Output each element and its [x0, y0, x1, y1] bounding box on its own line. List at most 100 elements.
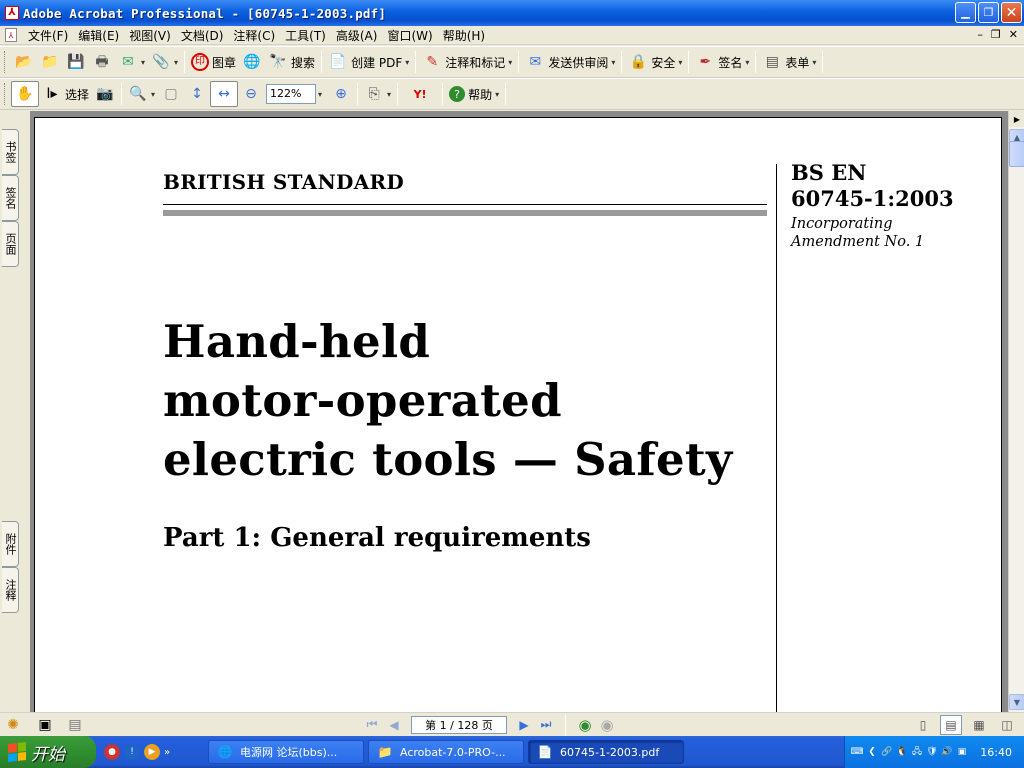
zoom-dropdown[interactable]: ▾ [318, 90, 322, 99]
binoculars-icon: 🔭 [269, 54, 287, 70]
fit-width-button[interactable]: ↔ [210, 81, 239, 107]
web-button[interactable]: 🌐 [239, 49, 265, 75]
display-icon[interactable]: ▣ [956, 746, 968, 758]
menu-tools[interactable]: 工具(T) [280, 27, 331, 44]
previous-view-button[interactable]: ◉ [574, 715, 596, 735]
facing-button[interactable]: ▦ [968, 715, 990, 735]
comment-markup-button[interactable]: ✎ 注释和标记 ▾ [419, 49, 515, 75]
attach-button[interactable]: 📎 ▾ [148, 49, 181, 75]
pdf-page[interactable]: BRITISH STANDARD BS EN 60745-1:2003 Inco… [34, 117, 1002, 712]
start-button[interactable]: 开始 [0, 736, 96, 768]
menu-document[interactable]: 文档(D) [176, 27, 229, 44]
email-button[interactable]: ✉ ▾ [115, 49, 148, 75]
print-button[interactable]: 🖶 [89, 49, 115, 75]
menu-edit[interactable]: 编辑(E) [73, 27, 124, 44]
create-pdf-button[interactable]: 📄 创建 PDF ▾ [325, 49, 412, 75]
taskbar-item[interactable]: 🌐 电源网 论坛(bbs)... [208, 740, 364, 764]
actual-size-button[interactable]: ▢ [158, 81, 184, 107]
close-button[interactable]: ✕ [1001, 2, 1022, 23]
clock[interactable]: 16:40 [980, 746, 1012, 759]
network-icon[interactable]: 🔗 [881, 746, 893, 758]
browser-icon[interactable]: ● [104, 744, 120, 760]
menu-help[interactable]: 帮助(H) [438, 27, 490, 44]
chevron-down-icon: ▾ [611, 57, 616, 67]
doc-minimize-button[interactable]: – [977, 28, 983, 41]
last-page-button[interactable]: ⏭ [535, 715, 557, 735]
info-icon[interactable]: ! [124, 744, 140, 760]
qq-icon[interactable]: 🐧 [896, 746, 908, 758]
tab-pages[interactable]: 页面 [2, 221, 19, 267]
amendment-line2: Amendment No. 1 [791, 234, 925, 250]
keyboard-icon[interactable]: ⌨ [851, 746, 864, 758]
document-viewer[interactable]: BRITISH STANDARD BS EN 60745-1:2003 Inco… [30, 111, 1008, 712]
first-page-button[interactable]: ⏮ [361, 715, 383, 735]
organizer-button[interactable]: 📁 [37, 49, 63, 75]
quick-launch-more-icon[interactable]: » [164, 747, 170, 758]
open-button[interactable]: 📂 [11, 49, 37, 75]
document-info-icon[interactable]: ▤ [65, 715, 85, 735]
fit-page-button[interactable]: ↕ [184, 81, 210, 107]
menu-comments[interactable]: 注释(C) [228, 27, 280, 44]
scroll-thumb[interactable] [1009, 141, 1024, 167]
connection-icon[interactable]: 🖧 [911, 746, 923, 758]
page-number-input[interactable]: 第 1 / 128 页 [411, 715, 507, 734]
taskbar-item[interactable]: 📁 Acrobat-7.0-PRO-... [368, 740, 524, 764]
tab-attachments[interactable]: 附件 [2, 521, 19, 567]
minimize-button[interactable]: ▁ [955, 2, 976, 23]
zoom-out-button[interactable]: ⊖ [238, 81, 264, 107]
continuous-facing-button[interactable]: ◫ [996, 715, 1018, 735]
taskbar-item-active[interactable]: 📄 60745-1-2003.pdf [528, 740, 684, 764]
stamp-button[interactable]: 印图章 [188, 49, 239, 75]
document-icon[interactable]: ⅄ [5, 28, 17, 42]
pen-icon: ✒ [699, 54, 712, 70]
menu-advanced[interactable]: 高级(A) [331, 27, 383, 44]
volume-icon[interactable]: 🔊 [941, 746, 953, 758]
toolbar-grip[interactable] [4, 51, 7, 73]
select-tool-button[interactable]: I▸ 选择 [39, 81, 92, 107]
yahoo-toolbar-button[interactable]: Y! [401, 81, 439, 107]
previous-page-button[interactable]: ◀ [383, 715, 405, 735]
send-review-button[interactable]: ✉ 发送供审阅 ▾ [522, 49, 618, 75]
toolbar-grip[interactable] [4, 83, 7, 105]
doc-close-button[interactable]: ✕ [1009, 28, 1018, 41]
security-shield-icon[interactable]: 🛡 [926, 746, 938, 758]
restore-button[interactable]: ❐ [978, 2, 999, 23]
search-button[interactable]: 🔭 搜索 [265, 49, 318, 75]
save-button[interactable]: 💾 [63, 49, 89, 75]
next-view-button[interactable]: ◉ [596, 715, 618, 735]
options-icon[interactable]: ✺ [3, 715, 23, 735]
forms-button[interactable]: ▤ 表单 ▾ [759, 49, 819, 75]
tab-bookmarks[interactable]: 书签 [2, 129, 19, 175]
hand-tool-button[interactable]: ✋ [11, 81, 39, 107]
rotate-button[interactable]: ⎘ ▾ [361, 81, 394, 107]
zoom-input[interactable]: 122% [266, 84, 317, 104]
snapshot-button[interactable]: 📷 [92, 81, 118, 107]
zoom-in-button[interactable]: ⊕ [328, 81, 354, 107]
doc-restore-button[interactable]: ❐ [991, 28, 1001, 41]
next-page-button[interactable]: ▶ [513, 715, 535, 735]
continuous-button[interactable]: ▤ [940, 714, 962, 735]
vertical-scrollbar[interactable]: ▶ ▲ ▼ [1008, 111, 1024, 712]
single-page-button[interactable]: ▯ [912, 715, 934, 735]
security-button[interactable]: 🔒 安全 ▾ [625, 49, 685, 75]
tab-comments[interactable]: 注释 [2, 567, 19, 613]
zoom-in-tool-button[interactable]: 🔍 ▾ [125, 81, 158, 107]
page-menu-button[interactable]: ▶ [1009, 111, 1024, 127]
scroll-down-button[interactable]: ▼ [1009, 694, 1024, 710]
help-button[interactable]: ? 帮助 ▾ [446, 81, 502, 107]
chevron-down-icon: ▾ [387, 89, 392, 99]
tab-signatures[interactable]: 签名 [2, 175, 19, 221]
document-status-icon[interactable]: ▣ [35, 715, 55, 735]
quick-launch: ● ! ▶ » [104, 744, 204, 760]
menu-window[interactable]: 窗口(W) [382, 27, 437, 44]
menu-view[interactable]: 视图(V) [124, 27, 176, 44]
acrobat-app-icon[interactable]: ⅄ [5, 6, 19, 20]
menu-file[interactable]: 文件(F) [23, 27, 73, 44]
comment-icon: ✎ [426, 54, 439, 70]
media-player-icon[interactable]: ▶ [144, 744, 160, 760]
window-titlebar[interactable]: ⅄ Adobe Acrobat Professional - [60745-1-… [0, 0, 1024, 26]
system-tray: ⌨ ❮ 🔗 🐧 🖧 🛡 🔊 ▣ 16:40 [844, 736, 1024, 768]
sign-button[interactable]: ✒ 签名 ▾ [692, 49, 752, 75]
email-icon: ✉ [122, 54, 134, 70]
tray-expand-icon[interactable]: ❮ [866, 746, 878, 758]
